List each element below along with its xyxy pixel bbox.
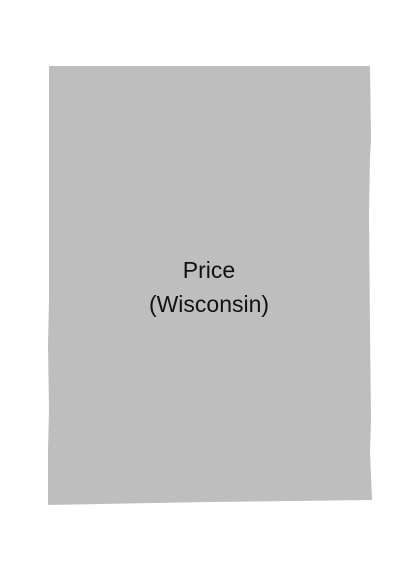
county-map: Price (Wisconsin) (0, 0, 420, 571)
price-county-shape[interactable] (48, 66, 372, 505)
county-state-label: (Wisconsin) (149, 291, 269, 317)
county-name-label: Price (183, 257, 235, 283)
